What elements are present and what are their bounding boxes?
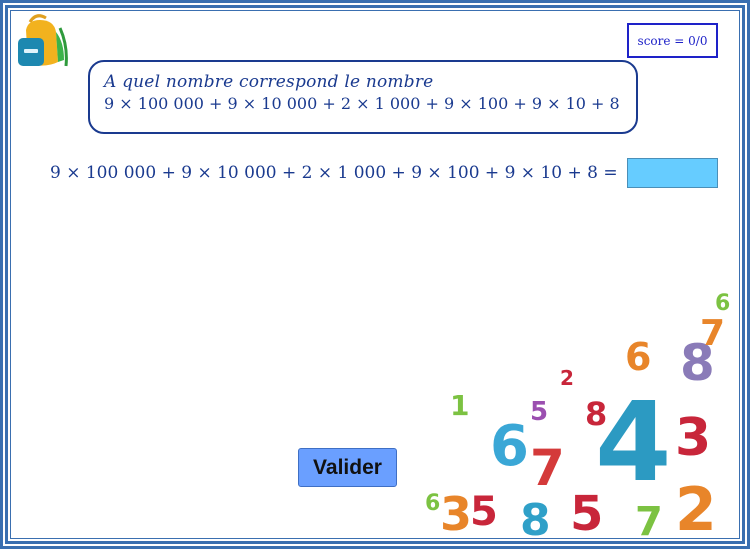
svg-text:6: 6 [715, 291, 730, 316]
validate-button[interactable]: Valider [298, 448, 397, 487]
svg-text:6: 6 [490, 414, 529, 479]
svg-text:3: 3 [440, 487, 472, 540]
svg-text:5: 5 [470, 489, 498, 535]
score-display: score = 0/0 [627, 23, 718, 58]
svg-text:2: 2 [560, 366, 574, 390]
colorful-numbers-illustration: 3 5 6 7 8 5 4 3 8 6 7 6 2 1 5 8 2 7 6 [425, 291, 730, 540]
equation-text: 9 × 100 000 + 9 × 10 000 + 2 × 1 000 + 9… [50, 163, 618, 183]
svg-text:2: 2 [675, 475, 717, 540]
answer-input[interactable] [627, 158, 718, 188]
svg-text:8: 8 [520, 495, 551, 540]
svg-text:7: 7 [530, 439, 565, 497]
question-box: A quel nombre correspond le nombre 9 × 1… [88, 60, 638, 134]
svg-text:7: 7 [635, 499, 663, 540]
svg-text:8: 8 [585, 395, 607, 433]
svg-text:1: 1 [450, 389, 469, 422]
svg-text:7: 7 [700, 313, 725, 354]
question-expression: 9 × 100 000 + 9 × 10 000 + 2 × 1 000 + 9… [104, 94, 620, 113]
svg-text:5: 5 [530, 397, 548, 427]
backpack-icon [18, 14, 68, 67]
svg-text:6: 6 [625, 335, 651, 379]
svg-text:6: 6 [425, 491, 440, 516]
svg-text:3: 3 [675, 408, 711, 468]
question-title: A quel nombre correspond le nombre [104, 72, 434, 92]
